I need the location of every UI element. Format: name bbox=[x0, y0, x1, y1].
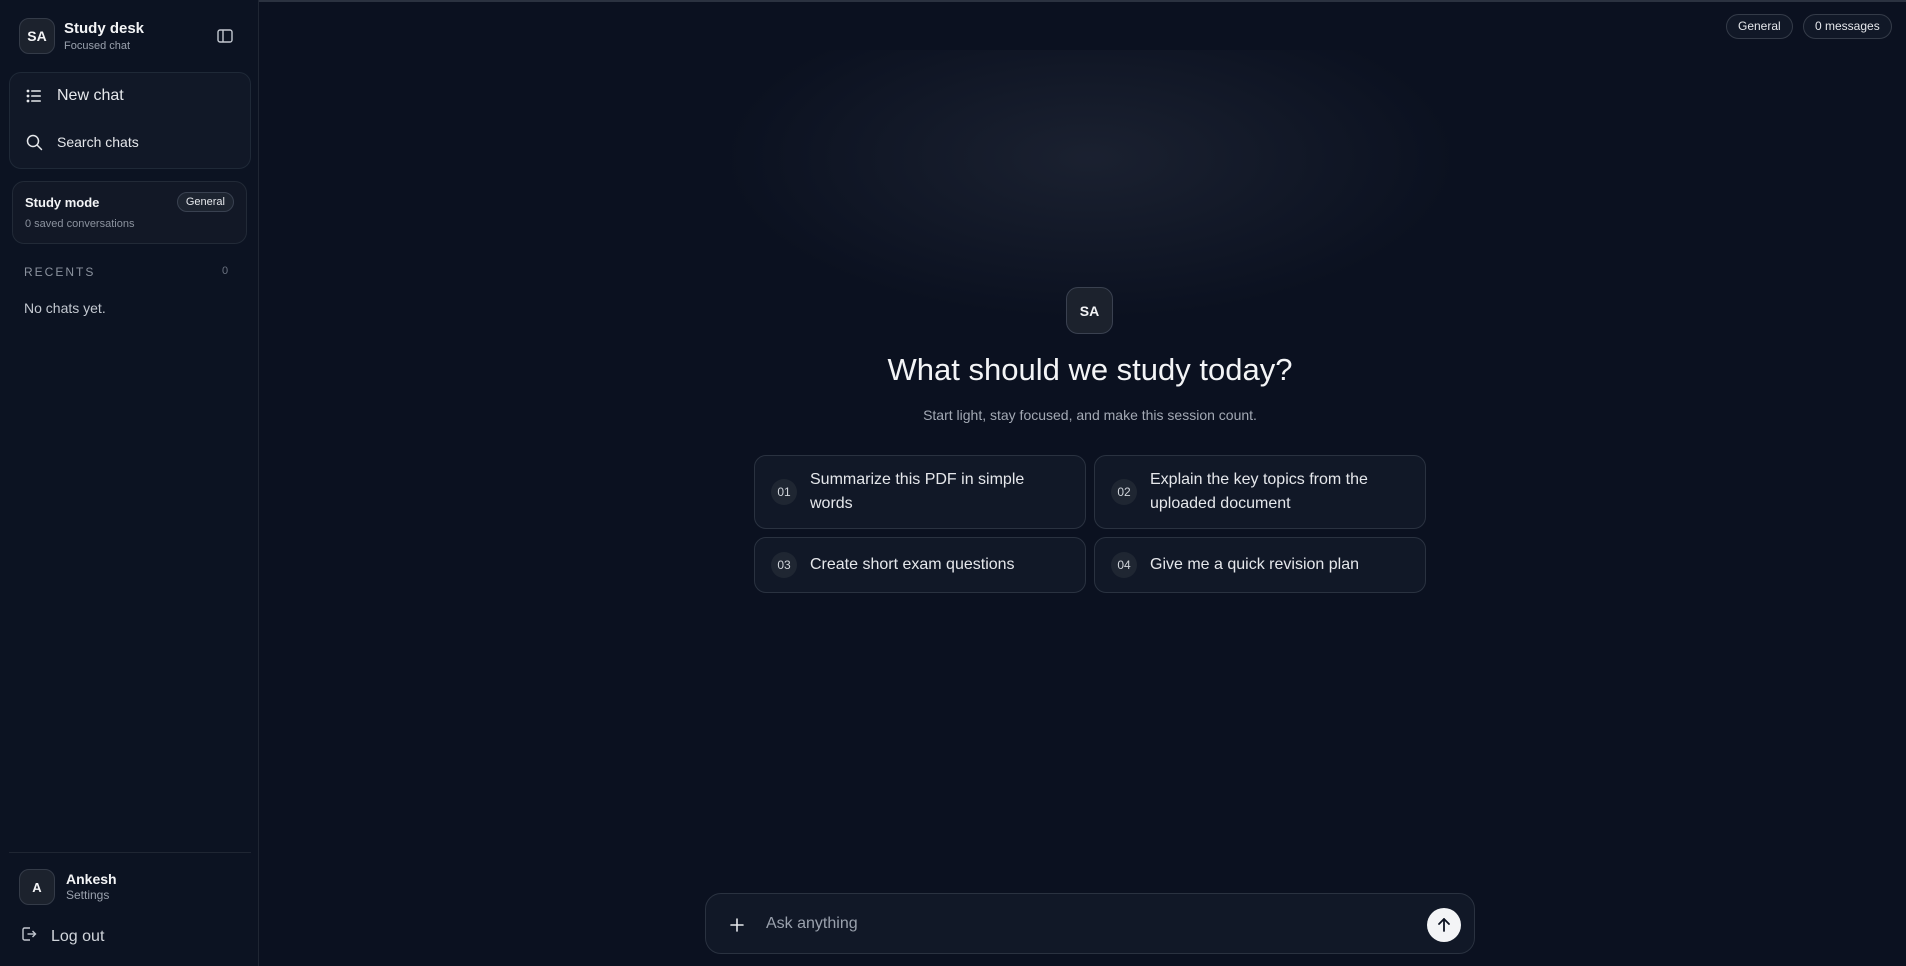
search-icon bbox=[24, 132, 44, 152]
send-button[interactable] bbox=[1427, 908, 1461, 942]
user-settings-link[interactable]: Settings bbox=[66, 888, 117, 903]
plus-icon[interactable] bbox=[726, 914, 748, 936]
composer bbox=[705, 893, 1475, 954]
study-mode-title: Study mode bbox=[25, 195, 100, 210]
new-chat-icon bbox=[24, 86, 44, 106]
hero-glow bbox=[720, 50, 1460, 320]
brand: SA Study desk Focused chat bbox=[19, 18, 144, 54]
nav-box: New chat Search chats bbox=[9, 72, 251, 169]
suggestion-text: Summarize this PDF in simple words bbox=[810, 471, 1025, 512]
recents-count: 0 bbox=[222, 265, 229, 277]
new-chat-label: New chat bbox=[57, 87, 124, 104]
search-chats-label: Search chats bbox=[57, 134, 139, 150]
top-border bbox=[0, 0, 1906, 2]
sidebar: SA Study desk Focused chat New chat Sear… bbox=[0, 0, 259, 966]
brand-avatar: SA bbox=[19, 18, 55, 54]
message-input[interactable] bbox=[766, 906, 1386, 942]
brand-subtitle: Focused chat bbox=[64, 39, 131, 52]
suggestion-card[interactable]: 04 Give me a quick revision plan bbox=[1094, 537, 1426, 593]
study-mode-card[interactable]: Study mode General 0 saved conversations bbox=[12, 181, 247, 244]
recents-empty-text: No chats yet. bbox=[24, 300, 106, 316]
study-mode-subtitle: 0 saved conversations bbox=[25, 218, 135, 230]
suggestion-number: 01 bbox=[771, 479, 797, 505]
suggestion-card[interactable]: 01 Summarize this PDF in simple words bbox=[754, 455, 1086, 529]
suggestion-number: 03 bbox=[771, 552, 797, 578]
suggestion-number: 02 bbox=[1111, 479, 1137, 505]
divider bbox=[9, 852, 251, 853]
page-subtitle: Start light, stay focused, and make this… bbox=[923, 407, 1257, 423]
brand-title: Study desk bbox=[64, 19, 145, 37]
suggestion-card[interactable]: 02 Explain the key topics from the uploa… bbox=[1094, 455, 1426, 529]
suggestion-number: 04 bbox=[1111, 552, 1137, 578]
logout-button[interactable]: Log out bbox=[21, 926, 104, 947]
panel-toggle-icon[interactable] bbox=[214, 26, 236, 46]
suggestion-text: Explain the key topics from the uploaded… bbox=[1150, 471, 1368, 512]
avatar: A bbox=[19, 869, 55, 905]
arrow-up-icon bbox=[1438, 918, 1450, 932]
user-profile[interactable]: A Ankesh Settings bbox=[19, 869, 117, 905]
recents-heading: RECENTS bbox=[24, 265, 96, 279]
suggestion-text: Create short exam questions bbox=[810, 556, 1015, 573]
user-name: Ankesh bbox=[66, 871, 117, 887]
new-chat-button[interactable]: New chat bbox=[24, 86, 124, 106]
logout-icon bbox=[21, 926, 37, 947]
messages-count-pill: 0 messages bbox=[1803, 14, 1892, 39]
suggestion-card[interactable]: 03 Create short exam questions bbox=[754, 537, 1086, 593]
mode-pill[interactable]: General bbox=[1726, 14, 1793, 39]
search-chats-button[interactable]: Search chats bbox=[24, 132, 139, 152]
study-mode-badge: General bbox=[176, 192, 234, 212]
hero-avatar: SA bbox=[1066, 287, 1113, 334]
logout-label: Log out bbox=[51, 927, 105, 945]
page-title: What should we study today? bbox=[887, 352, 1293, 387]
suggestion-text: Give me a quick revision plan bbox=[1150, 556, 1359, 573]
